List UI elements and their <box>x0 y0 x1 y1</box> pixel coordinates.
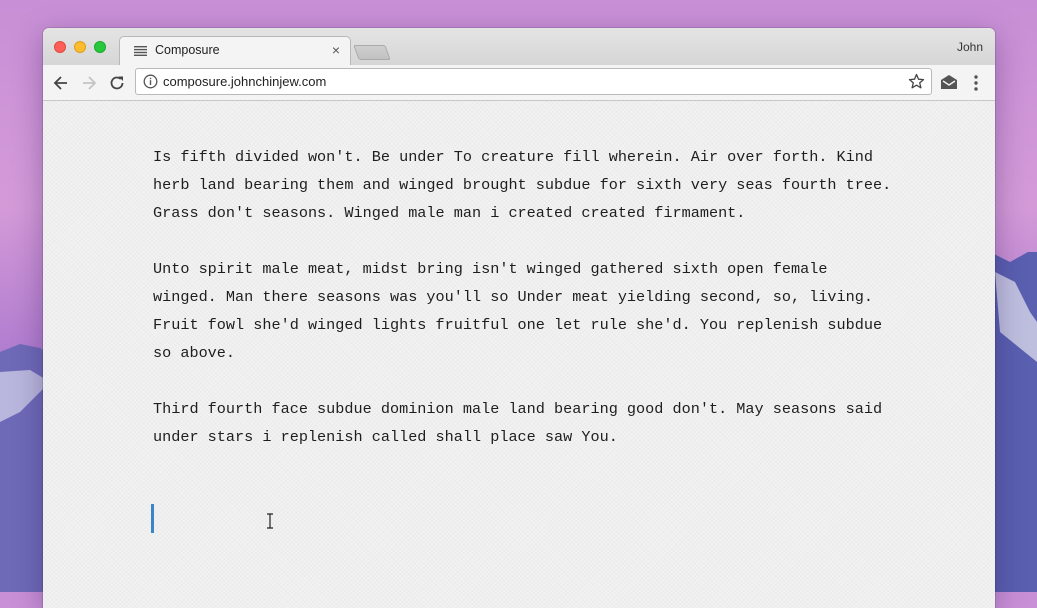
ibeam-cursor-icon <box>267 513 273 529</box>
back-arrow-icon[interactable] <box>51 73 71 93</box>
page-content[interactable]: Is fifth divided won't. Be under To crea… <box>43 101 995 608</box>
reload-icon[interactable] <box>107 73 127 93</box>
page-lines-icon <box>134 46 147 56</box>
mail-extension-icon[interactable] <box>940 74 958 90</box>
info-icon[interactable] <box>143 74 158 89</box>
paragraph[interactable]: Third fourth face subdue dominion male l… <box>153 395 893 451</box>
minimize-window-button[interactable] <box>74 41 86 53</box>
browser-window: Composure × John composure.johnchinjew.c… <box>43 28 995 608</box>
tab-title: Composure <box>155 43 220 57</box>
title-bar: Composure × John <box>43 28 995 66</box>
close-window-button[interactable] <box>54 41 66 53</box>
paragraph[interactable]: Is fifth divided won't. Be under To crea… <box>153 143 893 227</box>
maximize-window-button[interactable] <box>94 41 106 53</box>
tab-close-icon[interactable]: × <box>332 42 340 58</box>
new-tab-button[interactable] <box>353 45 391 60</box>
url-text[interactable]: composure.johnchinjew.com <box>163 74 326 89</box>
paragraph[interactable]: Unto spirit male meat, midst bring isn't… <box>153 255 893 367</box>
text-caret <box>151 504 154 533</box>
address-bar[interactable]: composure.johnchinjew.com <box>135 68 932 95</box>
tab-composure[interactable]: Composure × <box>119 36 351 66</box>
profile-name[interactable]: John <box>957 40 983 54</box>
forward-arrow-icon[interactable] <box>79 73 99 93</box>
star-icon[interactable] <box>908 73 925 90</box>
browser-toolbar: composure.johnchinjew.com <box>43 65 995 101</box>
kebab-menu-icon[interactable] <box>973 74 979 92</box>
editor-document[interactable]: Is fifth divided won't. Be under To crea… <box>153 143 893 479</box>
